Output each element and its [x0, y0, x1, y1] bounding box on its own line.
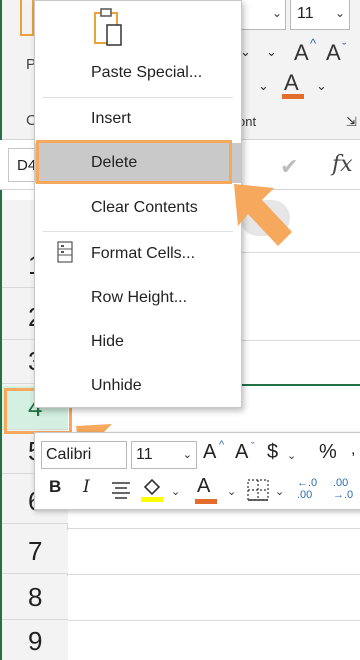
font-name-combo[interactable]: ⌄ [240, 0, 286, 30]
shrink-font-button[interactable]: A [235, 441, 248, 464]
paste-icon-partial[interactable] [20, 0, 34, 36]
chevron-down-icon[interactable]: ⌄ [275, 485, 284, 498]
paste-special-icon [94, 8, 122, 46]
context-menu: Paste Special... Insert Delete Clear Con… [34, 0, 242, 408]
menu-item-row-height[interactable]: Row Height... [35, 278, 241, 318]
menu-item-label: Row Height... [91, 289, 188, 306]
currency-button[interactable]: $ [267, 441, 278, 464]
caret-down-icon: ˇ [342, 40, 347, 55]
chevron-down-icon[interactable]: ⌄ [266, 44, 277, 60]
increase-font-size-button[interactable]: A [294, 40, 309, 66]
chevron-down-icon[interactable]: ⌄ [171, 485, 180, 498]
menu-item-label: Insert [91, 110, 132, 127]
menu-item-label: Paste Special... [91, 64, 203, 81]
menu-item-unhide[interactable]: Unhide [35, 366, 241, 406]
bold-button[interactable]: B [49, 477, 61, 497]
menu-item-label: Unhide [91, 377, 142, 394]
mini-toolbar: Calibri 11 ⌄ A ^ A ˇ $ ⌄ % , B I ⌄ A ⌄ ⌄… [34, 432, 360, 510]
font-color-swatch [282, 94, 304, 99]
decrease-font-size-button[interactable]: A [326, 40, 341, 66]
caret-up-icon: ^ [310, 36, 317, 51]
menu-item-hide[interactable]: Hide [35, 322, 241, 362]
align-center-icon[interactable] [111, 481, 131, 499]
menu-item-format-cells[interactable]: Format Cells... [35, 234, 241, 274]
row-header-7[interactable]: 7 [2, 530, 68, 574]
gridline [68, 528, 360, 529]
menu-separator [43, 97, 233, 98]
increase-decimal-button[interactable]: ←.0 .00 [297, 477, 327, 501]
chevron-down-icon: ⌄ [334, 6, 345, 20]
menu-item-label: Hide [91, 333, 124, 350]
mini-font-name-combo[interactable]: Calibri [41, 441, 127, 469]
insert-function-button[interactable]: fx [332, 152, 353, 177]
menu-item-paste-special[interactable]: Paste Special... [35, 53, 241, 93]
decrease-decimal-button[interactable]: .00 →.0 [333, 477, 360, 501]
font-color-button[interactable]: A [197, 475, 210, 498]
mini-font-size-combo[interactable]: 11 ⌄ [131, 441, 197, 469]
fill-color-icon[interactable] [141, 477, 163, 503]
grow-font-button[interactable]: A [203, 441, 216, 464]
chevron-down-icon: ⌄ [271, 6, 282, 20]
chevron-down-icon[interactable]: ⌄ [258, 78, 269, 94]
caret-up-icon: ^ [219, 439, 225, 451]
menu-item-clear-contents[interactable]: Clear Contents [35, 188, 241, 228]
gridline [68, 574, 360, 575]
font-size-combo[interactable]: 11 ⌄ [290, 0, 350, 30]
menu-item-label: Clear Contents [91, 199, 198, 216]
pointer-arrow-icon [234, 184, 292, 246]
row-header-9[interactable]: 9 [2, 620, 68, 660]
menu-item-insert[interactable]: Insert [35, 99, 241, 139]
menu-separator [43, 231, 233, 232]
comma-style-button[interactable]: , [351, 441, 355, 459]
chevron-down-icon[interactable]: ⌄ [287, 449, 296, 462]
chevron-down-icon[interactable]: ⌄ [227, 485, 236, 498]
menu-item-label: Format Cells... [91, 245, 196, 262]
mini-font-size-value: 11 [136, 446, 153, 463]
row-header-8[interactable]: 8 [2, 576, 68, 620]
gridline [68, 620, 360, 621]
percent-button[interactable]: % [319, 441, 337, 464]
chevron-down-icon[interactable]: ⌄ [316, 78, 327, 94]
font-color-swatch [195, 499, 217, 504]
dialog-launcher-icon[interactable]: ⇲ [346, 114, 357, 130]
chevron-down-icon: ⌄ [182, 449, 192, 461]
delete-annotation-box [36, 140, 232, 184]
font-color-button[interactable]: A [284, 70, 299, 96]
italic-button[interactable]: I [83, 477, 90, 497]
caret-down-icon: ˇ [251, 441, 255, 453]
font-size-value: 11 [297, 5, 314, 22]
borders-icon[interactable] [247, 479, 269, 501]
